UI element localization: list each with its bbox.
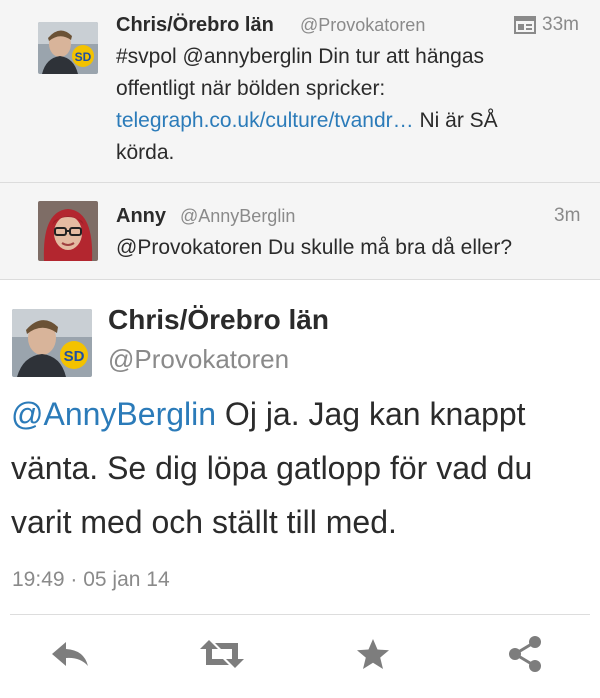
author-name[interactable]: Chris/Örebro län xyxy=(108,304,329,336)
author-handle[interactable]: @Provokatoren xyxy=(300,15,425,36)
author-name[interactable]: Chris/Örebro län xyxy=(116,14,274,37)
mention-link[interactable]: @AnnyBerglin xyxy=(11,396,216,432)
tweet-text: @Provokatoren Du skulle må bra då eller? xyxy=(116,236,513,259)
tweet-time: 3m xyxy=(554,205,581,226)
tweet-text-line1: @AnnyBerglin Oj ja. Jag kan knappt xyxy=(11,396,526,433)
share-button[interactable] xyxy=(495,624,555,684)
avatar-anny[interactable] xyxy=(38,201,98,261)
tweet-timestamp[interactable]: 19:49 · 05 jan 14 xyxy=(12,568,170,592)
card-icon xyxy=(514,16,536,39)
share-icon xyxy=(509,636,541,672)
tweet-text-line4: körda. xyxy=(116,141,175,164)
tweet-text-line3-rest: Ni är SÅ xyxy=(413,109,498,132)
reply-icon xyxy=(52,642,88,666)
sd-badge-text: SD xyxy=(64,348,85,365)
divider xyxy=(10,614,590,615)
tweet-parent-2[interactable]: Anny @AnnyBerglin 3m @Provokatoren Du sk… xyxy=(0,183,600,280)
tweet-link[interactable]: telegraph.co.uk/culture/tvandr… xyxy=(116,109,414,132)
tweet-text-line3: telegraph.co.uk/culture/tvandr… Ni är SÅ xyxy=(116,109,498,133)
avatar-chris-large[interactable]: SD xyxy=(12,309,92,377)
favorite-button[interactable] xyxy=(343,624,403,684)
tweet-parent-1[interactable]: SD Chris/Örebro län @Provokatoren 33m #s… xyxy=(0,0,600,183)
tweet-text-line2: vänta. Se dig löpa gatlopp för vad du xyxy=(11,450,533,486)
focused-tweet: SD Chris/Örebro län @Provokatoren @AnnyB… xyxy=(0,280,600,698)
author-handle[interactable]: @Provokatoren xyxy=(108,344,289,375)
author-handle[interactable]: @AnnyBerglin xyxy=(180,206,295,227)
tweet-text-line3: varit med och ställt till med. xyxy=(11,504,397,540)
tweet-text-line1: #svpol @annyberglin Din tur att hängas xyxy=(116,45,485,68)
favorite-icon xyxy=(357,639,389,669)
retweet-icon xyxy=(200,640,244,668)
tweet-text-line2: offentligt när bölden spricker: xyxy=(116,77,386,100)
retweet-button[interactable] xyxy=(192,624,252,684)
tweet-time: 33m xyxy=(542,14,579,35)
author-name[interactable]: Anny xyxy=(116,205,166,228)
tweet-text-line1-rest: Oj ja. Jag kan knappt xyxy=(216,396,526,432)
reply-button[interactable] xyxy=(40,624,100,684)
sd-badge-text: SD xyxy=(75,50,92,64)
avatar-chris[interactable]: SD xyxy=(38,22,98,74)
